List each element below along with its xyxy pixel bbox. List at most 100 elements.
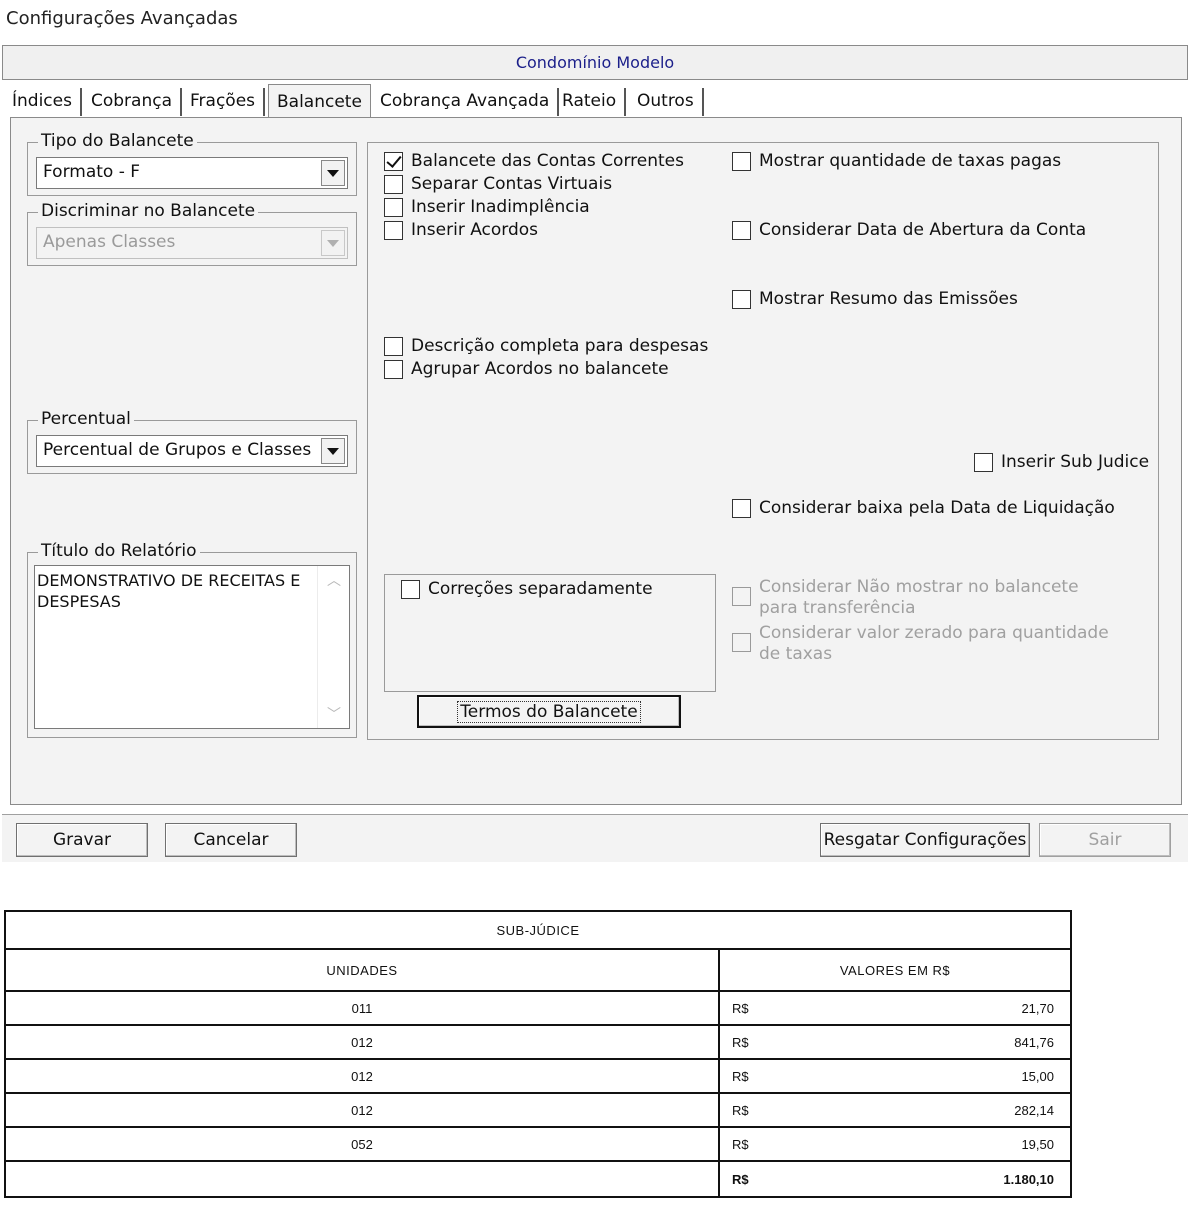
value-cell: R$ 15,00 [718, 1058, 1072, 1094]
considerar-liquidacao-label: Considerar baixa pela Data de Liquidação [759, 498, 1115, 518]
percentual-value: Percentual de Grupos e Classes [43, 440, 312, 460]
checkbox-icon [732, 290, 751, 309]
gravar-label: Gravar [52, 830, 112, 850]
currency-label: R$ [732, 1068, 749, 1084]
table-title: SUB-JÚDICE [4, 910, 1072, 950]
mostrar-qtd-taxas-checkbox[interactable]: Mostrar quantidade de taxas pagas [732, 151, 1061, 171]
tab-fracoes[interactable]: Frações [182, 88, 266, 116]
agrupar-acordos-checkbox[interactable]: Agrupar Acordos no balancete [384, 359, 669, 379]
value-cell: R$ 282,14 [718, 1092, 1072, 1128]
mostrar-resumo-checkbox[interactable]: Mostrar Resumo das Emissões [732, 289, 1018, 309]
tab-cobranca-avancada[interactable]: Cobrança Avançada [372, 88, 560, 116]
termos-balancete-button[interactable]: Termos do Balancete [417, 695, 681, 728]
unit-cell: 011 [4, 990, 720, 1026]
currency-label: R$ [732, 1000, 749, 1016]
percentual-select[interactable]: Percentual de Grupos e Classes [36, 435, 348, 467]
resgatar-label: Resgatar Configurações [823, 830, 1027, 850]
value-cell: R$ 841,76 [718, 1024, 1072, 1060]
discriminar-select[interactable]: Apenas Classes [36, 227, 348, 259]
amount-label: 21,70 [1021, 1000, 1054, 1016]
amount-label: 841,76 [1014, 1034, 1054, 1050]
inserir-sub-judice-checkbox[interactable]: Inserir Sub Judice [974, 452, 1149, 472]
considerar-liquidacao-checkbox[interactable]: Considerar baixa pela Data de Liquidação [732, 498, 1115, 518]
inserir-inadimplencia-checkbox[interactable]: Inserir Inadimplência [384, 197, 590, 217]
chevron-down-icon[interactable] [321, 230, 345, 256]
chevron-down-icon[interactable] [321, 438, 345, 464]
mostrar-resumo-label: Mostrar Resumo das Emissões [759, 289, 1018, 309]
value-cell: R$ 21,70 [718, 990, 1072, 1026]
tab-indices[interactable]: Índices [4, 88, 82, 116]
bottom-button-bar: Gravar Cancelar Resgatar Configurações S… [2, 814, 1188, 862]
sub-judice-table: SUB-JÚDICE UNIDADES VALORES EM R$ 011 R$… [4, 910, 1072, 1198]
table-row: 012 R$ 841,76 [4, 1024, 1072, 1060]
correcoes-separadamente-checkbox[interactable]: Correções separadamente [401, 579, 653, 599]
valor-zerado-checkbox[interactable]: Considerar valor zerado para quantidade … [732, 623, 1132, 665]
percentual-legend: Percentual [38, 409, 134, 429]
valor-zerado-label: Considerar valor zerado para quantidade … [759, 623, 1109, 664]
tipo-balancete-select[interactable]: Formato - F [36, 157, 348, 189]
titulo-relatorio-text: DEMONSTRATIVO DE RECEITAS E DESPESAS [37, 571, 301, 611]
tipo-balancete-legend: Tipo do Balancete [38, 131, 197, 151]
sair-button[interactable]: Sair [1039, 823, 1171, 857]
inserir-acordos-label: Inserir Acordos [411, 220, 539, 240]
discriminar-value: Apenas Classes [43, 232, 176, 252]
inserir-sub-judice-label: Inserir Sub Judice [1001, 452, 1150, 472]
titulo-relatorio-scrollbar[interactable]: ︿ ﹀ [317, 566, 349, 728]
amount-label: 282,14 [1014, 1102, 1054, 1118]
checkbox-icon [384, 360, 403, 379]
currency-label: R$ [732, 1171, 749, 1187]
gravar-button[interactable]: Gravar [16, 823, 148, 857]
checkbox-icon [732, 152, 751, 171]
options-group: Balancete das Contas Correntes Separar C… [367, 142, 1159, 740]
tab-cobranca[interactable]: Cobrança [83, 88, 183, 116]
checkbox-icon [732, 499, 751, 518]
inserir-inadimplencia-label: Inserir Inadimplência [411, 197, 590, 217]
total-value-cell: R$ 1.180,10 [718, 1160, 1072, 1198]
chevron-down-icon[interactable] [321, 160, 345, 186]
tab-rateio[interactable]: Rateio [554, 88, 627, 116]
checkbox-icon [401, 580, 420, 599]
cancelar-button[interactable]: Cancelar [165, 823, 297, 857]
correcoes-frame: Correções separadamente [384, 574, 716, 692]
value-cell: R$ 19,50 [718, 1126, 1072, 1162]
descricao-completa-checkbox[interactable]: Descrição completa para despesas [384, 336, 708, 356]
tipo-balancete-value: Formato - F [43, 162, 141, 182]
descricao-completa-label: Descrição completa para despesas [411, 336, 709, 356]
chevron-up-icon[interactable]: ︿ [318, 570, 350, 590]
total-unit-cell [4, 1160, 720, 1198]
tipo-balancete-group: Tipo do Balancete Formato - F [27, 131, 357, 196]
condominium-banner: Condomínio Modelo [2, 45, 1188, 80]
balancete-tab-panel: Tipo do Balancete Formato - F Discrimina… [10, 117, 1182, 805]
balancete-contas-checkbox[interactable]: Balancete das Contas Correntes [384, 151, 684, 171]
resgatar-configuracoes-button[interactable]: Resgatar Configurações [820, 823, 1030, 857]
nao-mostrar-transferencia-checkbox[interactable]: Considerar Não mostrar no balancete para… [732, 577, 1132, 619]
amount-label: 19,50 [1021, 1136, 1054, 1152]
unit-cell: 012 [4, 1058, 720, 1094]
table-row: 012 R$ 15,00 [4, 1058, 1072, 1094]
considerar-abertura-label: Considerar Data de Abertura da Conta [759, 220, 1087, 240]
tab-strip: Índices Cobrança Frações Balancete Cobra… [2, 82, 1188, 118]
tab-balancete[interactable]: Balancete [268, 84, 371, 118]
amount-label: 15,00 [1021, 1068, 1054, 1084]
separar-virtuais-label: Separar Contas Virtuais [411, 174, 613, 194]
column-header-unidades: UNIDADES [4, 948, 720, 992]
discriminar-group: Discriminar no Balancete Apenas Classes [27, 201, 357, 266]
table-row: 052 R$ 19,50 [4, 1126, 1072, 1162]
checkbox-icon [384, 198, 403, 217]
currency-label: R$ [732, 1102, 749, 1118]
checkbox-checked-icon [384, 152, 403, 171]
currency-label: R$ [732, 1136, 749, 1152]
total-amount-label: 1.180,10 [1003, 1171, 1054, 1187]
correcoes-separadamente-label: Correções separadamente [428, 579, 653, 599]
checkbox-icon [384, 337, 403, 356]
inserir-acordos-checkbox[interactable]: Inserir Acordos [384, 220, 538, 240]
considerar-abertura-checkbox[interactable]: Considerar Data de Abertura da Conta [732, 220, 1086, 240]
table-row: 012 R$ 282,14 [4, 1092, 1072, 1128]
table-row: 011 R$ 21,70 [4, 990, 1072, 1026]
nao-mostrar-transferencia-label: Considerar Não mostrar no balancete para… [759, 577, 1079, 618]
tab-outros[interactable]: Outros [629, 88, 704, 116]
checkbox-icon [732, 633, 751, 652]
titulo-relatorio-textarea[interactable]: DEMONSTRATIVO DE RECEITAS E DESPESAS ︿ ﹀ [34, 565, 350, 729]
chevron-down-icon[interactable]: ﹀ [318, 704, 350, 724]
separar-virtuais-checkbox[interactable]: Separar Contas Virtuais [384, 174, 612, 194]
